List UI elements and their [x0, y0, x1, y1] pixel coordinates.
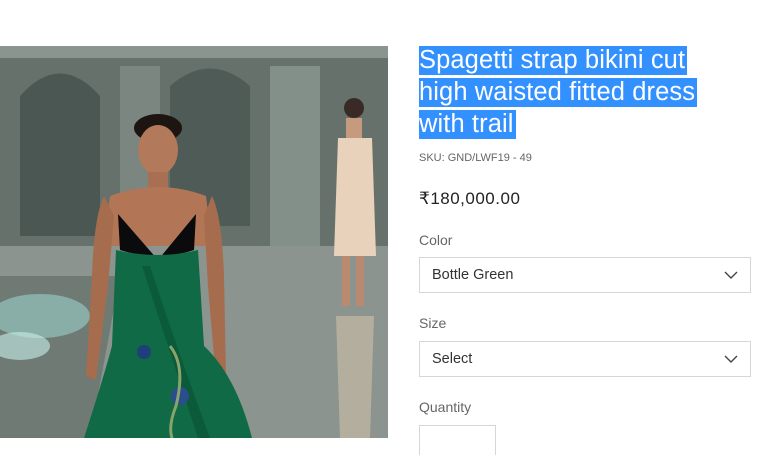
product-title-line: with trail [419, 110, 516, 139]
color-select[interactable]: Bottle Green [419, 257, 751, 293]
product-price: ₹180,000.00 [419, 189, 521, 208]
color-label: Color [419, 232, 453, 248]
color-select-value: Bottle Green [432, 267, 514, 283]
product-image[interactable] [0, 46, 388, 438]
size-label: Size [419, 315, 447, 331]
product-details: Spagetti strap bikini cut high waisted f… [419, 44, 755, 455]
size-select-value: Select [432, 351, 473, 367]
chevron-down-icon [724, 355, 738, 363]
chevron-down-icon [724, 271, 738, 279]
product-sku: SKU: GND/LWF19 - 49 [419, 152, 532, 164]
product-title: Spagetti strap bikini cut high waisted f… [419, 44, 755, 140]
product-title-line: high waisted fitted dress [419, 78, 698, 107]
product-title-line: Spagetti strap bikini cut [419, 46, 688, 75]
runway-photo [0, 46, 388, 438]
quantity-input[interactable] [419, 425, 496, 455]
size-select[interactable]: Select [419, 341, 751, 377]
quantity-label: Quantity [419, 399, 472, 415]
